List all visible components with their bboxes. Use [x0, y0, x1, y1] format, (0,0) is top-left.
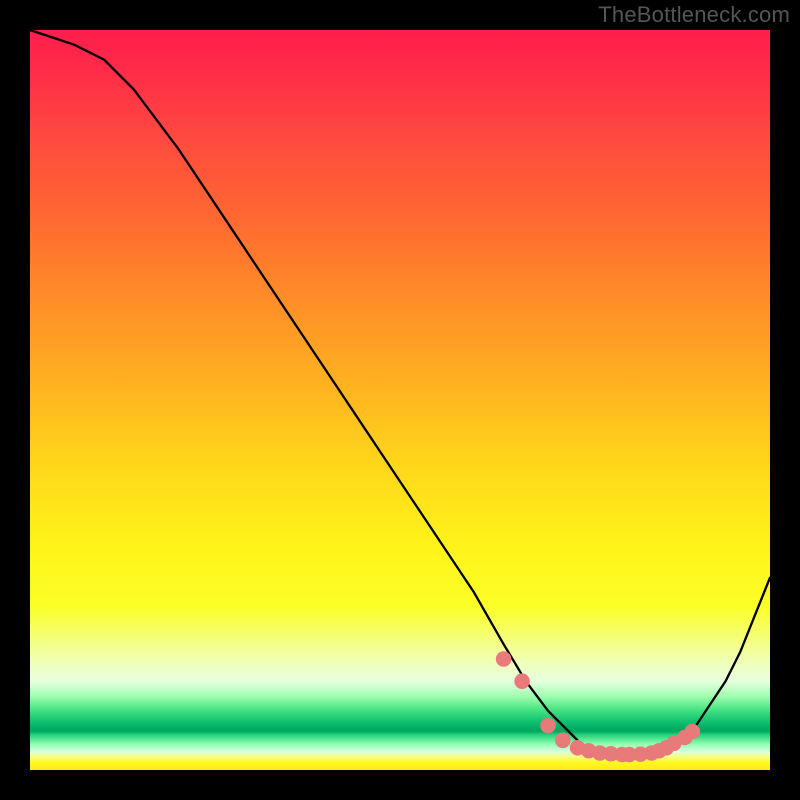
- chart-frame: TheBottleneck.com: [0, 0, 800, 800]
- watermark-label: TheBottleneck.com: [598, 2, 790, 28]
- plot-area: [30, 30, 770, 770]
- marker-point: [685, 724, 701, 740]
- marker-point: [496, 651, 512, 667]
- bottleneck-curve: [30, 30, 770, 755]
- marker-point: [555, 733, 571, 749]
- chart-svg: [30, 30, 770, 770]
- marker-point: [540, 718, 556, 734]
- marker-point: [514, 673, 530, 689]
- markers-group: [496, 651, 700, 762]
